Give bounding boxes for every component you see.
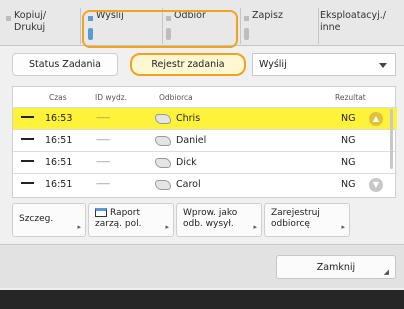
arrow-icon: ▸ [165, 223, 169, 231]
arrow-icon: ◢ [383, 268, 389, 276]
tab-store[interactable]: Zapisz [242, 10, 316, 44]
arrow-icon: ▸ [253, 223, 257, 231]
row-time: 16:53 [45, 113, 73, 124]
active-indicator-icon [88, 28, 93, 40]
tab-divider [162, 8, 163, 44]
close-button[interactable]: Zamknij ◢ [276, 255, 396, 279]
table-header: Czas ID wydz. Odbiorca Rezultat [13, 87, 397, 107]
tab-indicator-icon [166, 16, 171, 21]
set-as-sent-label: Wprow. jako odb. wysył. [183, 208, 238, 229]
report-icon [95, 208, 107, 217]
row-result: NG [341, 135, 356, 146]
tab-receive[interactable]: Odbiór [164, 10, 238, 44]
bottom-bar: Zamknij ◢ [0, 244, 404, 288]
row-time: 16:51 [45, 157, 73, 168]
row-time: 16:51 [45, 179, 73, 190]
tab-label: Eksploatacyj./ inne [320, 10, 387, 33]
tab-indicator-icon [244, 16, 249, 21]
row-dest: Carol [176, 179, 201, 190]
scrollbar[interactable] [390, 109, 393, 169]
tab-divider [240, 8, 241, 44]
inactive-indicator-icon [244, 28, 249, 40]
email-destination-icon [155, 158, 171, 168]
scroll-down-icon[interactable]: ▼ [369, 178, 383, 192]
job-type-icon [21, 116, 34, 118]
tab-maintenance-other[interactable]: Eksploatacyj./ inne [320, 10, 402, 44]
tab-label: Wyślij [96, 10, 124, 21]
tab-copy-print[interactable]: Kopiuj/ Drukuj [4, 10, 78, 44]
header-dest: Odbiorca [159, 93, 193, 102]
row-id: ------- [96, 157, 110, 166]
action-bar: Szczeg. ▸ Raport zarzą. pol. ▸ Wprow. ja… [0, 200, 404, 240]
row-time: 16:51 [45, 135, 73, 146]
header-id: ID wydz. [95, 93, 128, 102]
register-recipient-button[interactable]: Zarejestruj odbiorcę ▸ [264, 203, 350, 237]
table-row[interactable]: 16:51 ------- Dick NG [13, 151, 397, 173]
email-destination-icon [155, 114, 171, 124]
tab-divider [80, 8, 81, 44]
report-button[interactable]: Raport zarzą. pol. ▸ [88, 203, 174, 237]
footer-bar [0, 290, 404, 309]
row-dest: Daniel [176, 135, 207, 146]
inactive-indicator-icon [166, 28, 171, 40]
row-id: ------- [96, 113, 110, 122]
scroll-up-icon[interactable]: ▲ [369, 112, 383, 126]
job-log-screen: Kopiuj/ Drukuj Wyślij Odbiór Zapisz Eksp… [0, 0, 404, 309]
email-destination-icon [155, 180, 171, 190]
register-recipient-label: Zarejestruj odbiorcę [271, 208, 320, 229]
tab-label: Zapisz [252, 10, 283, 21]
arrow-icon: ▸ [341, 223, 345, 231]
tab-job-log[interactable]: Rejestr zadania [130, 53, 246, 76]
tab-indicator-icon [88, 16, 93, 21]
row-id: ------- [96, 179, 110, 188]
job-type-value: Wyślij [259, 59, 287, 70]
header-time: Czas [49, 93, 67, 102]
table-row[interactable]: 16:51 ------- Carol NG ▼ [13, 173, 397, 195]
job-type-icon [21, 138, 34, 140]
tab-label: Kopiuj/ Drukuj [14, 10, 47, 33]
tab-send[interactable]: Wyślij [86, 10, 160, 44]
chevron-down-icon [379, 63, 387, 68]
job-type-select[interactable]: Wyślij [252, 53, 396, 76]
close-label: Zamknij [316, 261, 356, 273]
set-as-sent-button[interactable]: Wprow. jako odb. wysył. ▸ [176, 203, 262, 237]
arrow-icon: ▸ [77, 223, 81, 231]
table-row[interactable]: 16:51 ------- Daniel NG [13, 129, 397, 151]
row-result: NG [341, 179, 356, 190]
header-result: Rezultat [335, 93, 366, 102]
row-id: ------- [96, 135, 110, 144]
job-type-icon [21, 182, 34, 184]
row-result: NG [341, 113, 356, 124]
row-dest: Chris [176, 113, 201, 124]
tab-label: Odbiór [174, 10, 206, 21]
details-label: Szczeg. [19, 214, 54, 224]
job-log-table: Czas ID wydz. Odbiorca Rezultat 16:53 --… [12, 86, 397, 198]
main-tab-bar: Kopiuj/ Drukuj Wyślij Odbiór Zapisz Eksp… [0, 0, 404, 48]
details-button[interactable]: Szczeg. ▸ [12, 203, 86, 237]
job-type-icon [21, 160, 34, 162]
row-result: NG [341, 157, 356, 168]
row-dest: Dick [176, 157, 197, 168]
email-destination-icon [155, 136, 171, 146]
tab-job-status[interactable]: Status Zadania [12, 53, 118, 76]
table-row[interactable]: 16:53 ------- Chris NG ▲ [13, 107, 397, 129]
tab-indicator-icon [6, 16, 11, 21]
tab-divider [318, 8, 319, 44]
